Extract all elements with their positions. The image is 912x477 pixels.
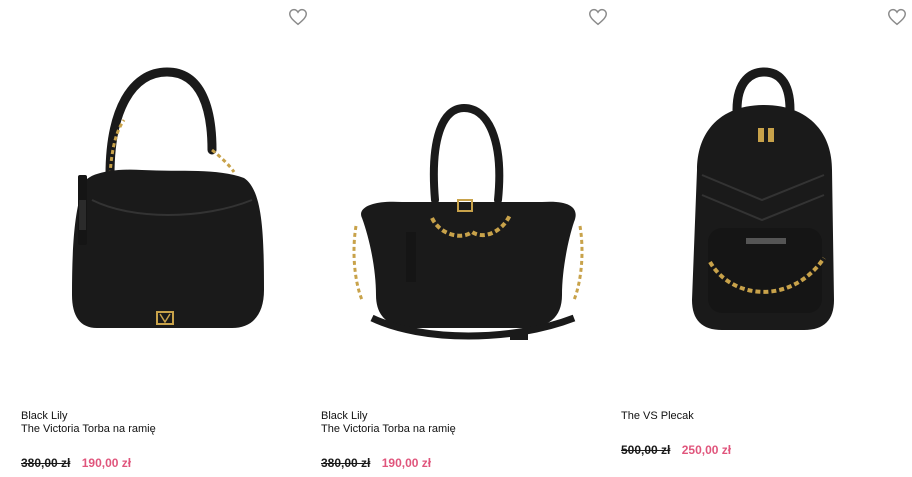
sale-price: 190,00 zł xyxy=(81,456,132,470)
product-info[interactable]: Black Lily The Victoria Torba na ramię xyxy=(21,410,291,436)
product-brand: Black Lily xyxy=(21,410,68,422)
old-price: 380,00 zł xyxy=(21,456,71,470)
product-name[interactable]: The Victoria Torba na ramię xyxy=(321,423,591,436)
product-card[interactable]: Black Lily The Victoria Torba na ramię 3… xyxy=(300,0,607,477)
product-price: 380,00 zł 190,00 zł xyxy=(21,456,131,470)
product-brand: Black Lily xyxy=(321,410,368,422)
satchel-bag-image xyxy=(352,103,584,340)
product-price: 500,00 zł 250,00 zł xyxy=(621,443,731,457)
product-name[interactable]: The VS Plecak xyxy=(621,410,891,423)
wishlist-heart-icon[interactable] xyxy=(886,6,908,28)
product-name[interactable]: The Victoria Torba na ramię xyxy=(21,423,291,436)
product-image[interactable] xyxy=(12,0,300,395)
old-price: 380,00 zł xyxy=(321,456,371,470)
sale-price: 190,00 zł xyxy=(381,456,432,470)
product-card[interactable]: Black Lily The Victoria Torba na ramię 3… xyxy=(0,0,307,477)
sale-price: 250,00 zł xyxy=(681,443,732,457)
hobo-bag-image xyxy=(72,67,264,328)
old-price: 500,00 zł xyxy=(621,443,671,457)
product-grid: Black Lily The Victoria Torba na ramię 3… xyxy=(0,0,912,477)
product-price: 380,00 zł 190,00 zł xyxy=(321,456,431,470)
product-info[interactable]: The VS Plecak xyxy=(621,410,891,423)
product-image[interactable] xyxy=(612,0,900,395)
product-image[interactable] xyxy=(312,0,600,395)
backpack-image xyxy=(692,67,834,330)
product-info[interactable]: Black Lily The Victoria Torba na ramię xyxy=(321,410,591,436)
product-card[interactable]: The VS Plecak 500,00 zł 250,00 zł xyxy=(600,0,906,477)
